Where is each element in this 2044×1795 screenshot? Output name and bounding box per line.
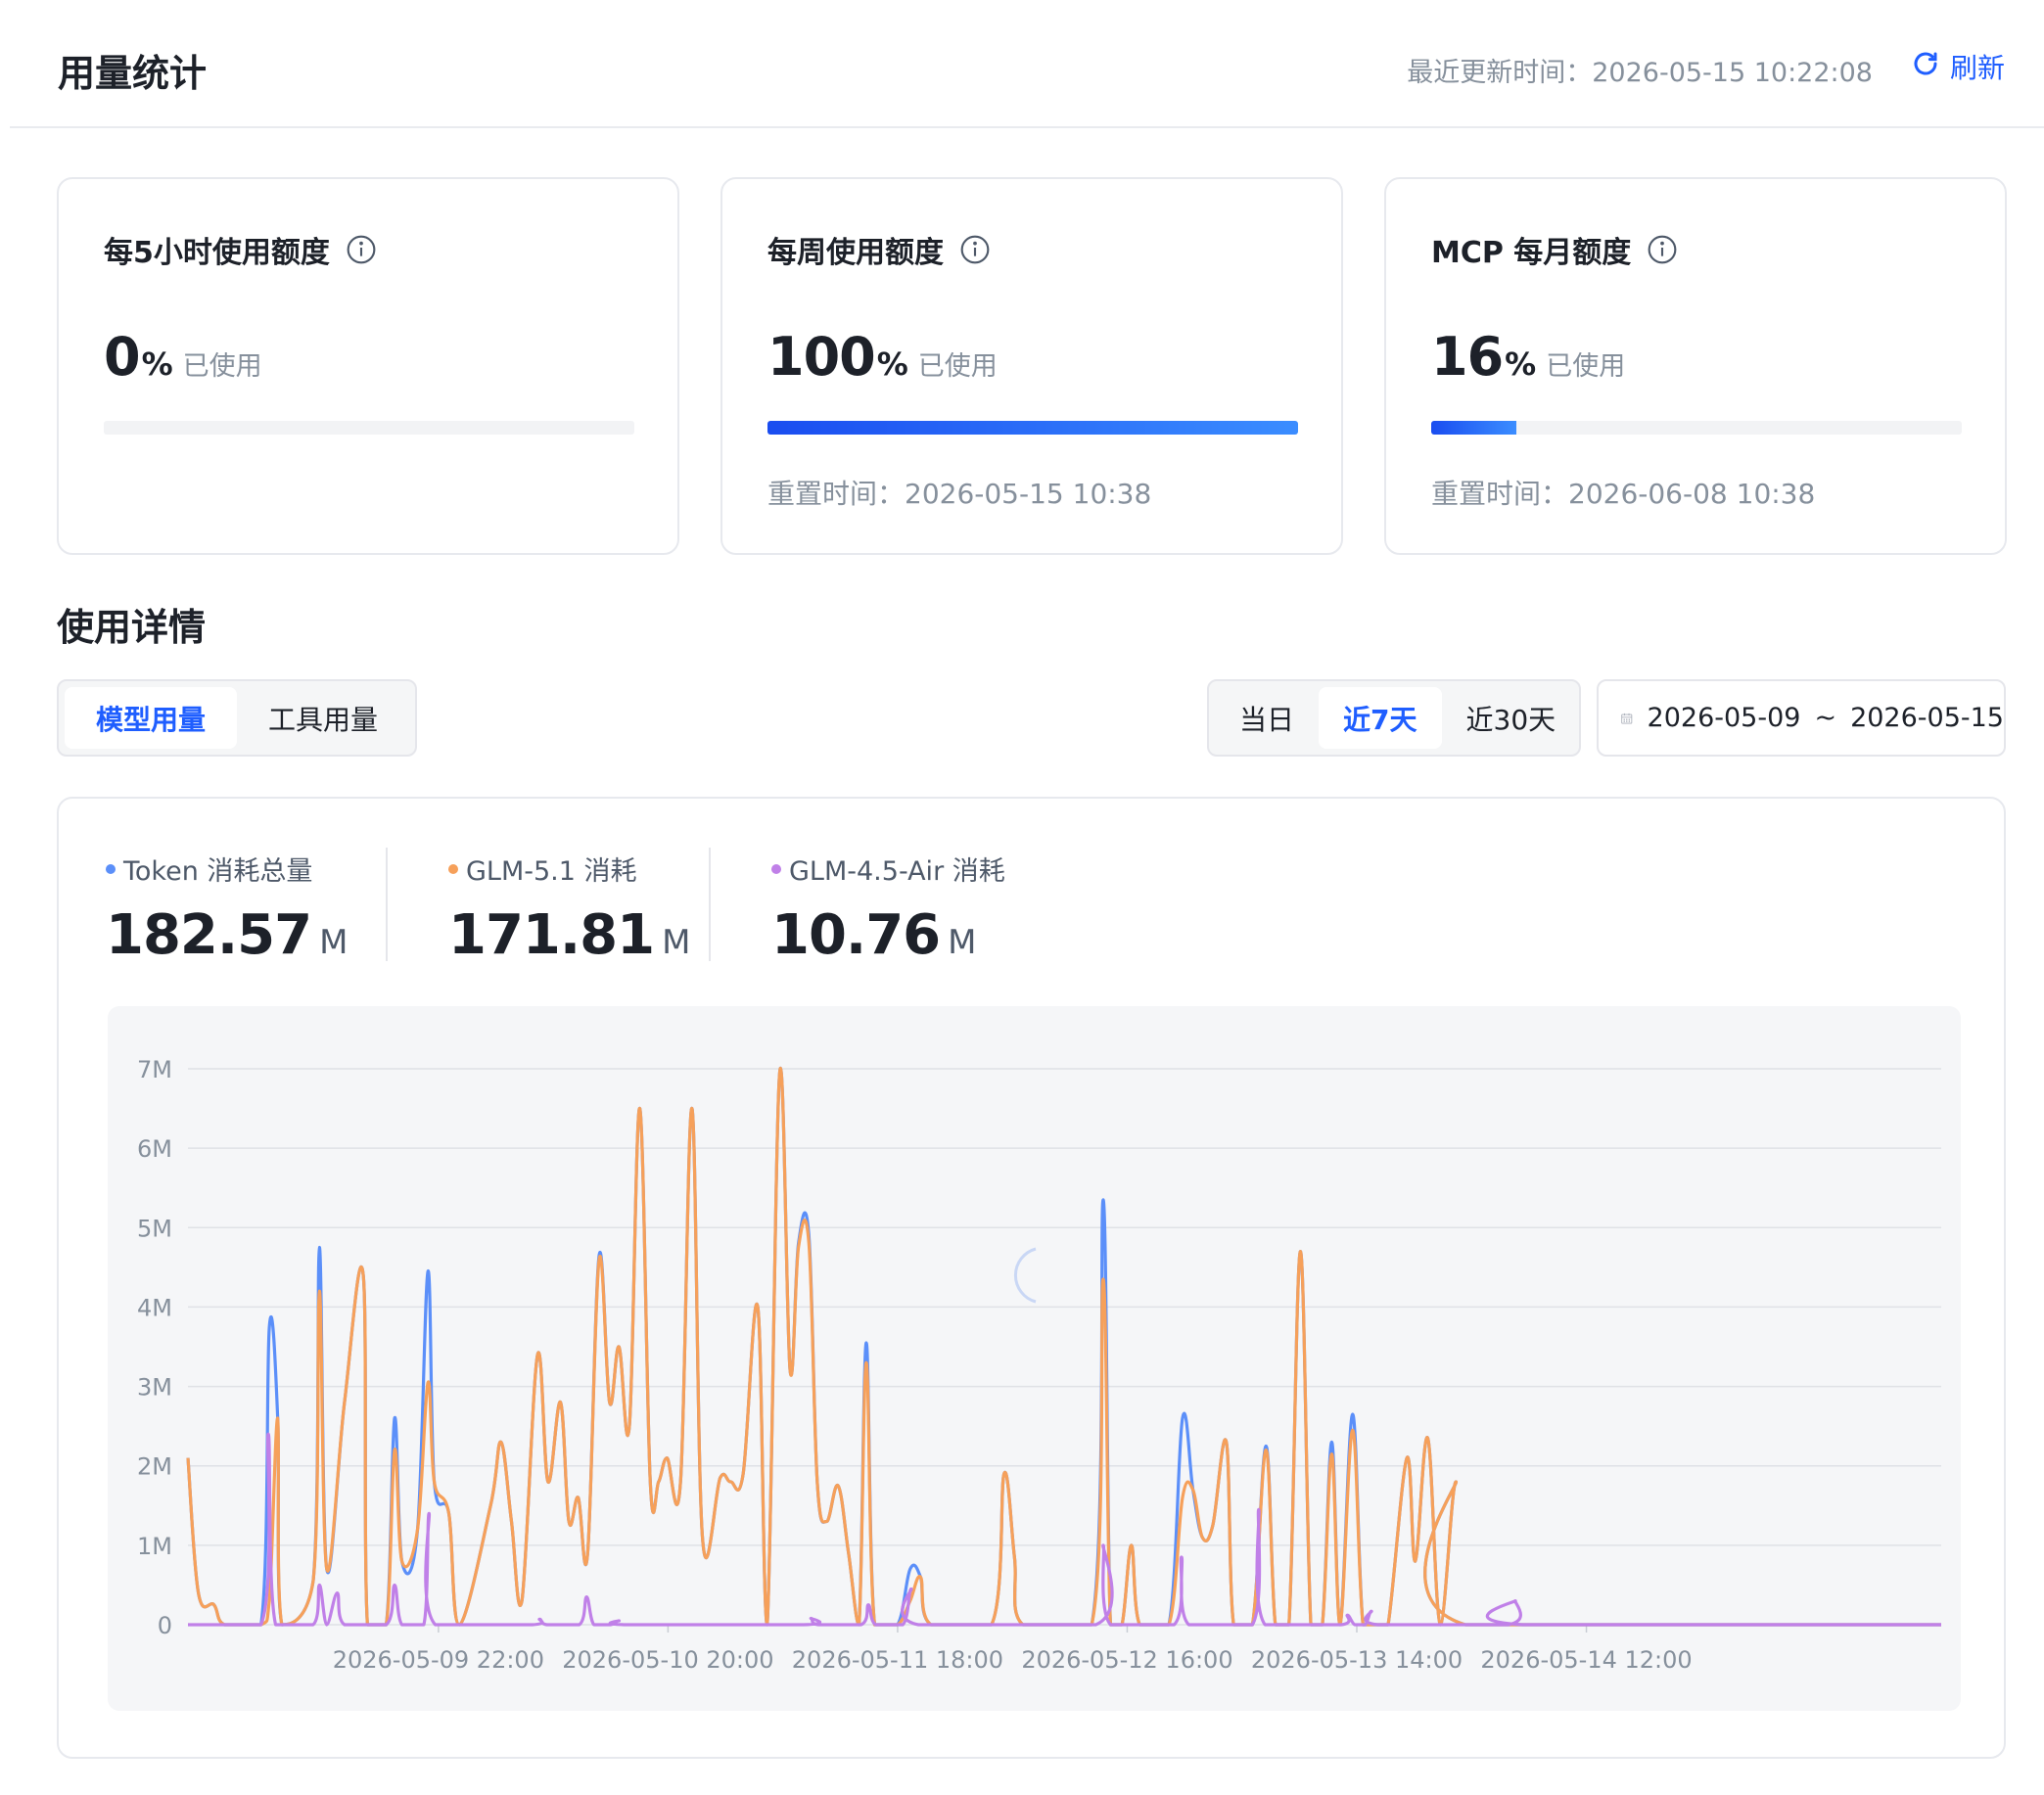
y-tick-label: 6M xyxy=(137,1135,172,1163)
date-range-picker[interactable]: 2026-05-09 ~ 2026-05-15 xyxy=(1597,679,2006,757)
last-update-time: 最近更新时间：2026-05-15 10:22:08 xyxy=(1407,58,1873,88)
reset-time: 重置时间：2026-05-15 10:38 xyxy=(767,478,1152,510)
stat-value: 10.76 xyxy=(771,903,941,967)
used-label: 已使用 xyxy=(917,351,998,382)
quota-percent-value: 100 xyxy=(767,326,876,388)
y-tick-label: 5M xyxy=(137,1215,172,1242)
refresh-label: 刷新 xyxy=(1949,52,2005,84)
x-tick-label: 2026-05-09 22:00 xyxy=(333,1646,544,1674)
y-tick-label: 4M xyxy=(137,1294,172,1321)
info-icon[interactable] xyxy=(959,234,991,265)
reset-time: 重置时间：2026-06-08 10:38 xyxy=(1431,478,1816,510)
range-tab-today[interactable]: 当日 xyxy=(1215,687,1319,749)
usage-line-chart: 0 1M 2M 3M 4M 5M 6M 7M 2026-05-09 22:00 2026-05-1… xyxy=(137,1056,1941,1674)
quota-progress-bar xyxy=(767,421,1298,435)
date-start: 2026-05-09 xyxy=(1647,703,1801,733)
stat-glm51: GLM-5.1 消耗 171.81 M xyxy=(448,850,690,967)
info-icon[interactable] xyxy=(1647,234,1678,265)
x-tick-label: 2026-05-13 14:00 xyxy=(1251,1646,1463,1674)
quota-progress-fill xyxy=(767,421,1298,435)
stat-value: 182.57 xyxy=(106,903,312,967)
page-title: 用量统计 xyxy=(58,52,208,95)
divider xyxy=(386,848,388,961)
percent-sign: % xyxy=(1505,345,1537,383)
stat-unit: M xyxy=(319,923,348,962)
loading-spinner-icon xyxy=(1013,1247,1037,1304)
legend-dot xyxy=(771,863,781,874)
stat-label: GLM-4.5-Air 消耗 xyxy=(789,856,1005,887)
x-tick-label: 2026-05-10 20:00 xyxy=(562,1646,773,1674)
section-title: 使用详情 xyxy=(57,606,207,649)
usage-type-tabs: 模型用量 工具用量 xyxy=(57,679,417,757)
used-label: 已使用 xyxy=(182,351,262,382)
range-tab-30days[interactable]: 近30天 xyxy=(1442,687,1581,749)
y-tick-label: 0 xyxy=(158,1612,172,1639)
quota-card-weekly: 每周使用额度 100 % 已使用 重置时间：2026-05-15 10:38 xyxy=(720,177,1343,555)
quota-card-title: 每5小时使用额度 xyxy=(104,236,330,270)
tab-model-usage[interactable]: 模型用量 xyxy=(65,687,238,749)
date-end: 2026-05-15 xyxy=(1850,703,2004,733)
quota-card-5h: 每5小时使用额度 0 % 已使用 xyxy=(57,177,679,555)
tab-tool-usage[interactable]: 工具用量 xyxy=(237,687,409,749)
series-line-1 xyxy=(186,1067,1941,1627)
divider xyxy=(709,848,711,961)
x-tick-label: 2026-05-12 16:00 xyxy=(1021,1646,1232,1674)
quota-card-mcp: MCP 每月额度 16 % 已使用 重置时间：2026-06-08 10:38 xyxy=(1384,177,2007,555)
stat-glm45air: GLM-4.5-Air 消耗 10.76 M xyxy=(771,850,1005,967)
chart-plot-area: 0 1M 2M 3M 4M 5M 6M 7M 2026-05-09 22:00 2026-05-1… xyxy=(108,1006,1961,1711)
calendar-icon xyxy=(1621,713,1633,723)
quota-percent-value: 0 xyxy=(104,326,141,388)
stat-unit: M xyxy=(948,923,977,962)
top-bar: 用量统计 最近更新时间：2026-05-15 10:22:08 刷新 xyxy=(10,0,2044,128)
quota-card-title: 每周使用额度 xyxy=(767,236,944,270)
stat-value: 171.81 xyxy=(448,903,655,967)
percent-sign: % xyxy=(876,345,908,383)
stat-label: GLM-5.1 消耗 xyxy=(466,856,637,887)
range-tab-7days[interactable]: 近7天 xyxy=(1319,687,1442,749)
x-tick-label: 2026-05-14 12:00 xyxy=(1480,1646,1692,1674)
quota-progress-fill xyxy=(1431,421,1516,435)
stat-label: Token 消耗总量 xyxy=(123,856,313,887)
quota-progress-bar xyxy=(1431,421,1962,435)
stat-unit: M xyxy=(662,923,691,962)
y-tick-label: 3M xyxy=(137,1374,172,1402)
y-tick-label: 2M xyxy=(137,1453,172,1481)
quota-percent-value: 16 xyxy=(1431,326,1504,388)
range-tabs: 当日 近7天 近30天 xyxy=(1207,679,1581,757)
info-icon[interactable] xyxy=(346,234,377,265)
refresh-button[interactable]: 刷新 xyxy=(1911,47,2005,86)
date-separator: ~ xyxy=(1814,703,1837,733)
used-label: 已使用 xyxy=(1546,351,1626,382)
percent-sign: % xyxy=(141,345,173,383)
y-tick-label: 1M xyxy=(137,1533,172,1560)
quota-progress-bar xyxy=(104,421,634,435)
x-tick-label: 2026-05-11 18:00 xyxy=(792,1646,1003,1674)
y-tick-label: 7M xyxy=(137,1056,172,1083)
stat-token-total: Token 消耗总量 182.57 M xyxy=(106,850,348,967)
legend-dot xyxy=(448,863,458,874)
quota-card-title: MCP 每月额度 xyxy=(1431,236,1632,270)
usage-chart-card: Token 消耗总量 182.57 M GLM-5.1 消耗 171.81 M … xyxy=(57,797,2006,1759)
refresh-icon xyxy=(1911,49,1940,85)
legend-dot xyxy=(106,863,116,874)
